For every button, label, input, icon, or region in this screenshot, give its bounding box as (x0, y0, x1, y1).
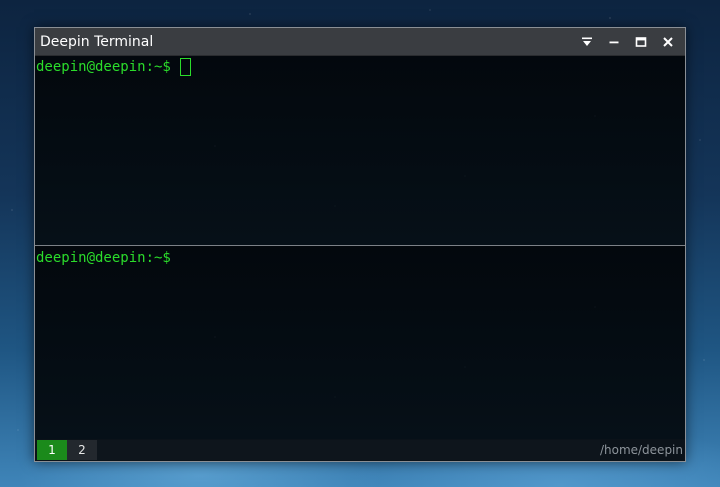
workspace-statusbar: 1 2 /home/deepin (35, 439, 685, 461)
maximize-button[interactable] (627, 30, 654, 54)
window-title: Deepin Terminal (40, 33, 154, 50)
prompt-text: deepin@deepin:~$ (36, 250, 171, 266)
text-cursor (179, 58, 191, 76)
terminal-pane-2[interactable]: deepin@deepin:~$ (35, 247, 685, 440)
terminal-pane-1[interactable]: deepin@deepin:~$ (35, 56, 685, 245)
close-button[interactable] (654, 30, 681, 54)
current-directory: /home/deepin (599, 443, 683, 457)
maximize-icon (635, 36, 646, 47)
workspace-tab-1[interactable]: 1 (37, 440, 67, 460)
terminal-window: Deepin Terminal deepin@deepin:~$ deepin@… (34, 27, 686, 462)
terminal-line: deepin@deepin:~$ (36, 57, 191, 77)
minimize-button[interactable] (600, 30, 627, 54)
statusbar-spacer (97, 440, 600, 460)
dropdown-menu-icon (581, 37, 592, 46)
split-divider[interactable] (35, 245, 685, 246)
prompt-text: deepin@deepin:~$ (36, 59, 171, 75)
workspace-tab-2[interactable]: 2 (67, 440, 97, 460)
titlebar[interactable]: Deepin Terminal (35, 28, 685, 56)
close-icon (662, 36, 673, 47)
minimize-icon (609, 41, 618, 43)
terminal-line: deepin@deepin:~$ (36, 248, 171, 268)
window-controls (573, 30, 681, 54)
dropdown-menu-button[interactable] (573, 30, 600, 54)
